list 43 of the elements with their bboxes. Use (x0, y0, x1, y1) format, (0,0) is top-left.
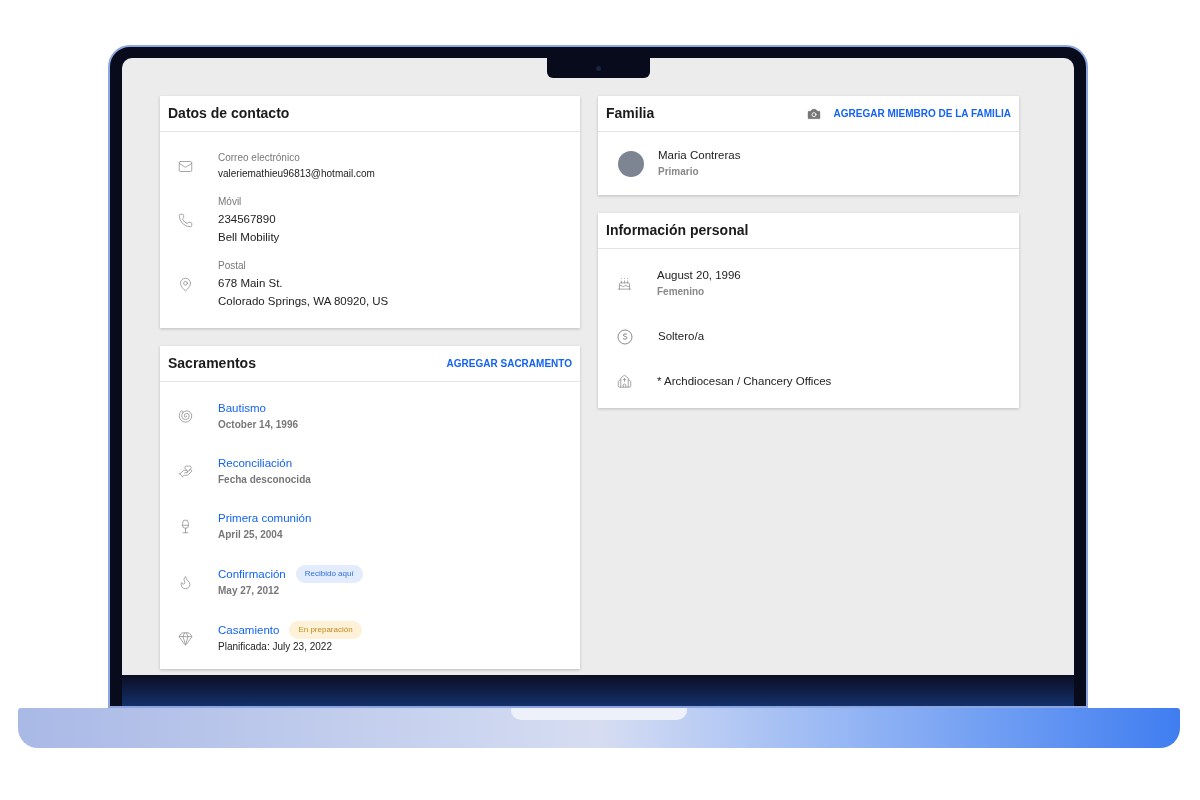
add-sacrament-link[interactable]: AGREGAR SACRAMENTO (446, 356, 572, 371)
field-label: Correo electrónico (218, 151, 301, 165)
hand-heart-icon (178, 464, 193, 479)
field-value: Colorado Springs, WA 80920, US (218, 294, 389, 309)
sacrament-link[interactable]: Reconciliación (218, 455, 293, 472)
status-badge: Recibido aquí (295, 565, 363, 583)
field-value: valeriemathieu96813@hotmail.com (218, 167, 375, 181)
card-title: Información personal (606, 221, 749, 240)
gem-icon (178, 630, 193, 646)
info-value: Soltero/a (658, 329, 705, 344)
field-label: Móvil (218, 195, 243, 209)
card-title: Sacramentos (168, 354, 256, 373)
info-value: * Archdiocesan / Chancery Offices (657, 374, 832, 389)
sacrament-link[interactable]: Confirmación (218, 565, 286, 583)
card-title: Familia (606, 104, 655, 123)
shell-icon (178, 409, 193, 424)
field-value: 234567890 (218, 212, 277, 227)
field-value: Bell Mobility (218, 230, 280, 245)
sacrament-link[interactable]: Bautismo (218, 400, 266, 417)
info-value: August 20, 1996 (657, 268, 741, 283)
flame-icon (178, 574, 193, 590)
sacrament-date: May 27, 2012 (218, 584, 281, 598)
circle-s-icon (617, 328, 633, 345)
member-name: Maria Contreras (658, 148, 741, 163)
sacrament-link[interactable]: Casamiento (218, 621, 280, 639)
avatar (618, 150, 644, 177)
sacrament-date: Fecha desconocida (218, 473, 311, 487)
field-value: 678 Main St. (218, 276, 284, 291)
map-pin-icon (178, 276, 193, 292)
sacrament-date: October 14, 1996 (218, 418, 299, 432)
camera-icon[interactable] (805, 105, 822, 122)
card-title: Datos de contacto (168, 104, 290, 123)
sacrament-link[interactable]: Primera comunión (218, 510, 312, 527)
field-label: Postal (218, 259, 247, 273)
info-detail: Femenino (657, 285, 706, 299)
member-role: Primario (658, 165, 700, 179)
sacrament-date: Planificada: July 23, 2022 (218, 640, 333, 654)
add-family-member-link[interactable]: AGREGAR MIEMBRO DE LA FAMILIA (833, 106, 1011, 121)
phone-icon (178, 212, 193, 228)
sacrament-date: April 25, 2004 (218, 528, 284, 542)
mail-icon (178, 158, 193, 174)
church-icon (617, 374, 632, 389)
status-badge: En preparación (289, 621, 362, 639)
